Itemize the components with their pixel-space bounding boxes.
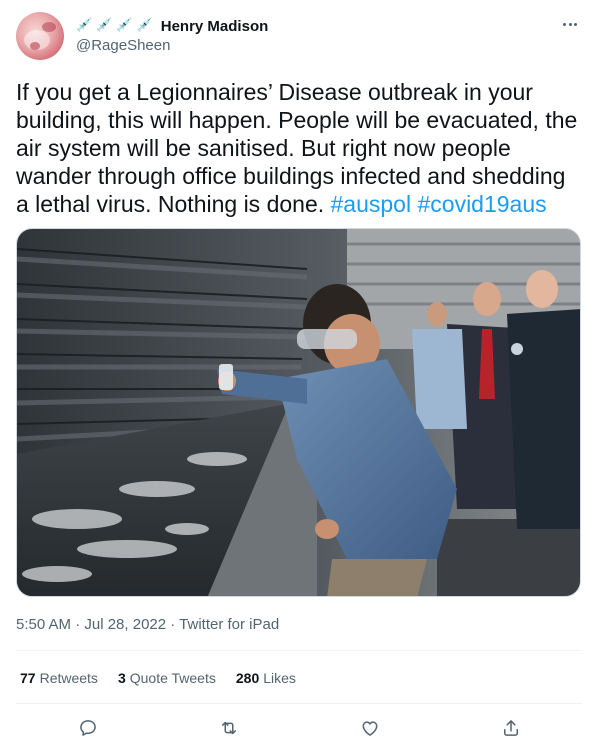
avatar[interactable] [16, 12, 64, 60]
more-options-icon-dot [574, 22, 577, 26]
meta-separator: · [166, 616, 180, 633]
tweet-metadata: 5:50 AM · Jul 28, 2022 · Twitter for iPa… [16, 616, 279, 633]
reply-icon [80, 720, 96, 736]
like-button[interactable] [358, 716, 382, 740]
likes-label: Likes [263, 670, 296, 686]
tweet-actions [0, 712, 598, 742]
author-handle[interactable]: @RageSheen [76, 37, 170, 54]
syringe-icon: 💉 [116, 18, 133, 33]
divider [16, 703, 582, 704]
more-options-icon-dot [568, 22, 572, 26]
hashtag-covid19aus[interactable]: #covid19aus [417, 191, 546, 217]
hashtag-auspol[interactable]: #auspol [331, 191, 412, 217]
more-options-button[interactable] [558, 14, 582, 34]
syringe-icon: 💉 [76, 18, 93, 33]
share-button[interactable] [499, 716, 523, 740]
author-display-name[interactable]: Henry Madison [161, 18, 269, 35]
quote-tweets-label: Quote Tweets [129, 670, 216, 686]
quote-tweets-stat[interactable]: 3 Quote Tweets [118, 670, 216, 686]
retweets-stat[interactable]: 77 Retweets [20, 670, 98, 686]
heart-icon [362, 721, 378, 736]
tweet-timestamp[interactable]: 5:50 AM · Jul 28, 2022 [16, 616, 166, 633]
cooling-tower-photo [17, 229, 580, 596]
share-icon [504, 720, 518, 736]
retweets-label: Retweets [39, 670, 98, 686]
tweet-media-image[interactable] [16, 228, 581, 597]
author-name-row[interactable]: 💉 💉 💉 💉 Henry Madison [76, 16, 268, 36]
retweet-button[interactable] [217, 716, 241, 740]
retweets-count: 77 [20, 670, 36, 686]
avatar-shade-2 [30, 42, 40, 50]
tweet-text: If you get a Legionnaires’ Disease outbr… [16, 78, 582, 218]
tweet-stats: 77 Retweets 3 Quote Tweets 280 Likes [20, 670, 296, 686]
more-options-icon [563, 22, 566, 26]
syringe-icon: 💉 [96, 18, 113, 33]
retweet-icon [222, 721, 236, 735]
likes-count: 280 [235, 670, 260, 686]
reply-button[interactable] [76, 716, 100, 740]
quote-tweets-count: 3 [117, 670, 126, 686]
avatar-shade [42, 22, 56, 32]
divider [16, 650, 582, 651]
tweet-source[interactable]: Twitter for iPad [179, 616, 279, 633]
likes-stat[interactable]: 280 Likes [236, 670, 296, 686]
syringe-icon: 💉 [136, 18, 153, 33]
